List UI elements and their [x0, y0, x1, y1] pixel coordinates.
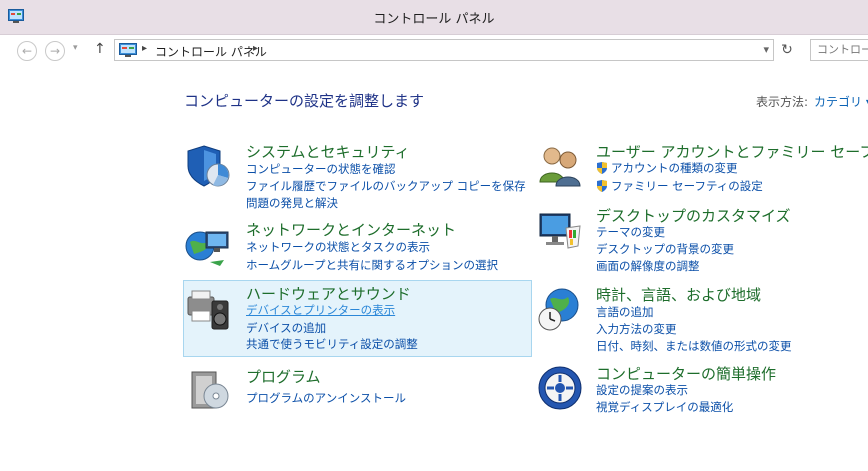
- view-by: 表示方法: カテゴリ ▾: [756, 93, 868, 110]
- breadcrumb-control-panel[interactable]: コントロール パネル: [155, 43, 267, 60]
- view-by-dropdown[interactable]: カテゴリ ▾: [814, 95, 868, 109]
- globe-clock-icon: [538, 288, 579, 331]
- category-title[interactable]: デスクトップのカスタマイズ: [596, 205, 791, 226]
- link-label: アカウントの種類の変更: [611, 161, 738, 175]
- programs-box-icon: [191, 371, 229, 409]
- uac-shield-icon: [597, 180, 607, 192]
- refresh-button[interactable]: ↻: [776, 39, 798, 61]
- link-desktop-background[interactable]: デスクトップの背景の変更: [596, 241, 734, 257]
- network-globe-icon: [185, 231, 229, 266]
- link-mobility-settings[interactable]: 共通で使うモビリティ設定の調整: [246, 336, 418, 352]
- view-by-label: 表示方法:: [756, 95, 809, 109]
- address-bar[interactable]: ▸ コントロール パネル ▸ ▾: [114, 39, 774, 61]
- link-optimize-display[interactable]: 視覚ディスプレイの最適化: [596, 399, 733, 415]
- link-devices-printers[interactable]: デバイスとプリンターの表示: [246, 302, 395, 318]
- link-troubleshoot[interactable]: 問題の発見と解決: [246, 195, 338, 211]
- forward-button[interactable]: →: [45, 41, 65, 61]
- link-date-time-format[interactable]: 日付、時刻、または数値の形式の変更: [596, 338, 792, 354]
- link-homegroup[interactable]: ホームグループと共有に関するオプションの選択: [246, 257, 498, 273]
- up-button[interactable]: ↑: [94, 41, 106, 57]
- category-title[interactable]: システムとセキュリティ: [246, 141, 410, 162]
- breadcrumb-separator[interactable]: ▸: [142, 43, 147, 54]
- link-network-status[interactable]: ネットワークの状態とタスクの表示: [246, 239, 430, 255]
- control-panel-icon: [119, 43, 137, 57]
- shield-chart-icon: [187, 145, 230, 187]
- link-screen-resolution[interactable]: 画面の解像度の調整: [596, 258, 700, 274]
- link-change-theme[interactable]: テーマの変更: [596, 224, 665, 240]
- category-title[interactable]: ネットワークとインターネット: [246, 219, 456, 240]
- back-button[interactable]: ←: [17, 41, 37, 61]
- link-uninstall-program[interactable]: プログラムのアンインストール: [246, 390, 406, 406]
- link-recommend-settings[interactable]: 設定の提案の表示: [596, 382, 688, 398]
- breadcrumb-separator[interactable]: ▸: [253, 43, 258, 54]
- desktop-palette-icon: [539, 213, 581, 249]
- link-check-status[interactable]: コンピューターの状態を確認: [246, 161, 396, 177]
- link-input-method[interactable]: 入力方法の変更: [596, 321, 677, 337]
- link-file-history[interactable]: ファイル履歴でファイルのバックアップ コピーを保存: [246, 178, 526, 194]
- uac-shield-icon: [597, 162, 607, 174]
- link-add-device[interactable]: デバイスの追加: [246, 320, 326, 336]
- address-dropdown[interactable]: ▾: [763, 43, 769, 56]
- recent-locations-dropdown[interactable]: ▾: [73, 43, 78, 53]
- ease-of-access-icon: [538, 366, 582, 410]
- window-title: コントロール パネル: [373, 12, 495, 27]
- users-icon: [539, 147, 581, 187]
- page-title: コンピューターの設定を調整します: [184, 92, 425, 110]
- category-title[interactable]: プログラム: [246, 366, 321, 387]
- link-change-account-type[interactable]: アカウントの種類の変更: [596, 160, 738, 176]
- link-family-safety[interactable]: ファミリー セーフティの設定: [596, 178, 763, 194]
- navigation-bar: ← → ▾ ↑ ▸ コントロール パネル ▸ ▾ ↻ コントロール: [0, 35, 868, 67]
- category-title[interactable]: 時計、言語、および地域: [596, 284, 761, 305]
- link-label: ファミリー セーフティの設定: [611, 179, 763, 193]
- search-input[interactable]: コントロール: [810, 39, 868, 61]
- category-title[interactable]: ユーザー アカウントとファミリー セーフティ: [596, 141, 868, 162]
- category-title[interactable]: コンピューターの簡単操作: [596, 363, 776, 384]
- title-bar: コントロール パネル: [0, 0, 868, 35]
- link-add-language[interactable]: 言語の追加: [596, 304, 654, 320]
- category-title[interactable]: ハードウェアとサウンド: [246, 283, 411, 304]
- printer-speaker-icon: [187, 290, 229, 330]
